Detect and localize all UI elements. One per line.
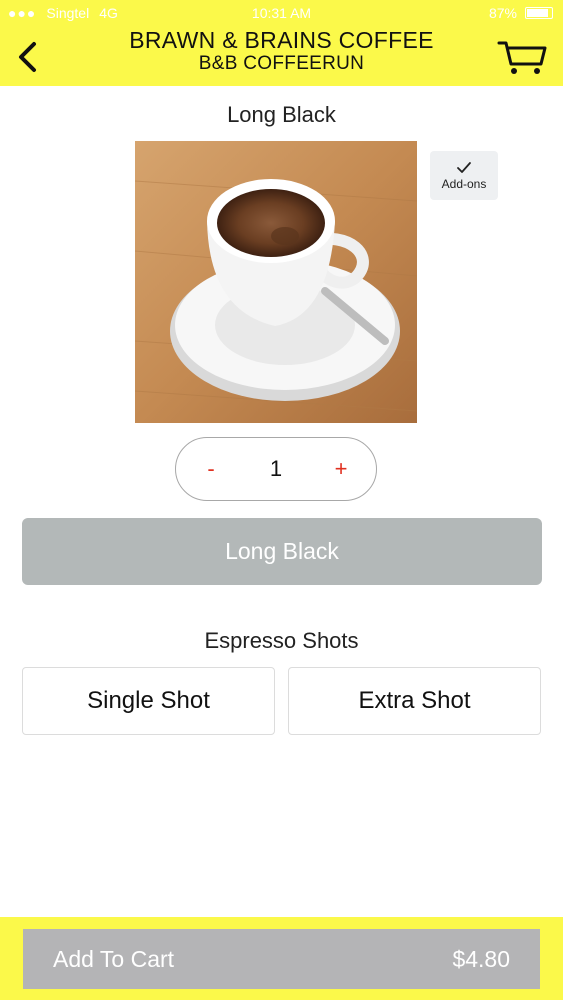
cart-total-price: $4.80 (452, 946, 510, 972)
back-button[interactable] (10, 38, 44, 76)
quantity-increase-button[interactable]: + (311, 438, 371, 499)
add-to-cart-button[interactable]: Add To Cart $4.80 (23, 929, 540, 989)
product-detail-screen: ●●● Singtel 4G 10:31 AM 87% BRAWN & BRAI… (0, 0, 563, 1000)
store-title: BRAWN & BRAINS COFFEE (129, 27, 434, 53)
status-bar: ●●● Singtel 4G 10:31 AM 87% (0, 0, 563, 28)
product-title: Long Black (227, 102, 336, 127)
espresso-shots-heading: Espresso Shots (204, 628, 359, 653)
footer-bar: Add To Cart $4.80 (0, 917, 563, 1000)
coffee-cup-illustration (135, 141, 417, 423)
shopping-cart-icon (497, 41, 547, 74)
product-image (135, 141, 417, 423)
status-right: 87% (489, 5, 553, 21)
battery-icon (525, 7, 553, 19)
chevron-left-icon (19, 42, 36, 72)
variant-selector[interactable]: Long Black (22, 518, 542, 585)
store-subtitle: B&B COFFEERUN (198, 53, 365, 74)
battery-percent: 87% (488, 5, 517, 21)
addons-label: Add-ons (441, 176, 487, 191)
add-to-cart-label: Add To Cart (53, 946, 175, 972)
checkmark-icon (457, 161, 471, 173)
status-time: 10:31 AM (251, 5, 312, 21)
cart-button[interactable] (497, 38, 547, 76)
app-header: ●●● Singtel 4G 10:31 AM 87% BRAWN & BRAI… (0, 0, 563, 86)
addons-button[interactable]: Add-ons (430, 151, 498, 200)
extra-shot-option[interactable]: Extra Shot (288, 667, 541, 735)
quantity-decrease-button[interactable]: - (181, 438, 241, 499)
quantity-value: 1 (269, 455, 283, 481)
quantity-stepper: - 1 + (175, 437, 377, 501)
single-shot-option[interactable]: Single Shot (22, 667, 275, 735)
header-titles: BRAWN & BRAINS COFFEE B&B COFFEERUN (60, 27, 503, 75)
